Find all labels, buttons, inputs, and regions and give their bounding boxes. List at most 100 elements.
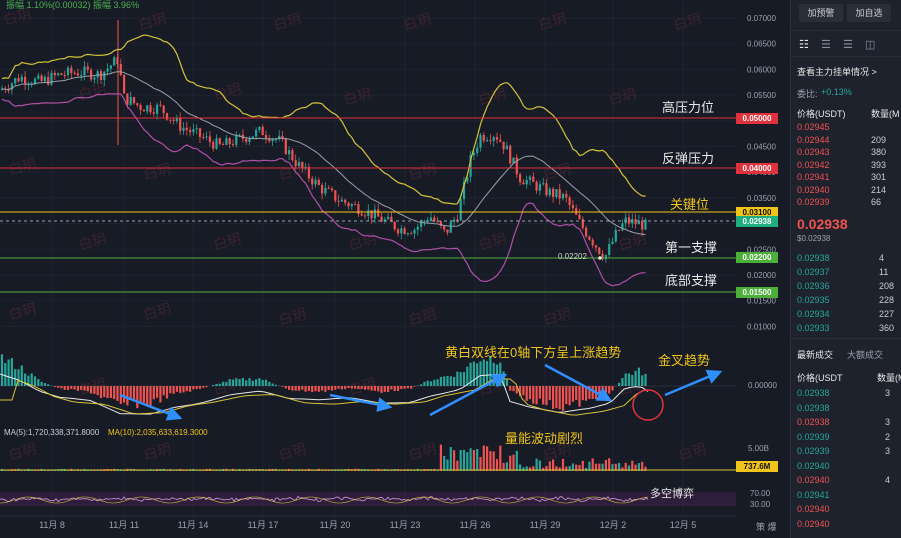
trade-row: 0.02941 [797,489,830,500]
candle-body [443,226,446,230]
macd-bar [149,386,152,407]
split-icon[interactable]: ◫ [865,38,875,51]
volume-bar [462,449,466,471]
candle-body [149,105,152,113]
macd-bar [142,386,145,403]
ask-row[interactable]: 0.02942 393 [797,160,886,170]
candle-body [373,209,376,219]
tab-large-trades[interactable]: 大额成交 [847,348,883,361]
bid-row[interactable]: 0.02937 11 [797,267,888,277]
macd-bar [40,381,43,386]
macd-bar [608,386,611,394]
macd-bar [212,384,215,386]
candle-body [608,244,611,256]
macd-bar [406,386,409,389]
add-watchlist-button[interactable]: 加自选 [847,4,891,22]
volume-bar [552,459,555,471]
date-tick: 12月 2 [600,520,627,530]
candle-body [627,217,631,224]
trade-row: 0.02940 4 [797,475,891,485]
add-alert-button[interactable]: 加预警 [799,4,843,22]
macd-bar [0,354,4,386]
date-tick: 11月 17 [248,520,279,530]
price-tick: 0.06000 [747,65,776,74]
candle-body [354,204,357,206]
candle-body [162,105,165,114]
macd-bar [558,386,561,410]
main-orders-link[interactable]: 查看主力挂单情况 > [797,65,877,78]
macd-bar [459,372,462,386]
candle-body [24,76,27,85]
layout-icon[interactable]: ☷ [799,38,809,51]
candle-body [387,216,390,220]
macd-bar [245,380,248,386]
volume-bar [608,458,611,471]
candle-body [192,129,195,133]
macd-bar [499,362,502,386]
macd-bar [347,386,350,388]
ask-row[interactable]: 0.02943 380 [797,147,886,157]
candle-body [258,126,261,131]
trades-col-price: 价格(USDT [797,373,843,383]
ask-row[interactable]: 0.02939 66 [797,197,881,207]
date-tick: 12月 5 [670,520,697,530]
candlestick-chart[interactable]: 白玥 白玥 白玥 白玥 白玥 白玥白玥 白玥 白玥 白玥 白玥白玥 白玥 白玥 白玥 白玥白玥 白玥 白玥 白玥… [0,0,790,538]
macd-bar [251,380,254,386]
macd-bar [43,383,46,386]
macd-bar [123,386,126,403]
macd-bar [222,381,225,386]
list-alt-icon[interactable]: ☰ [843,38,853,51]
bid-row[interactable]: 0.02935 228 [797,295,894,305]
macd-bar [561,386,565,411]
macd-bar [179,386,182,393]
candle-body [14,78,17,84]
bid-row[interactable]: 0.02938 4 [797,253,884,263]
macd-bar [7,359,10,386]
macd-bar [410,386,413,389]
bid-row[interactable]: 0.02933 360 [797,323,894,333]
candle-body [624,217,627,224]
macd-bar [413,386,416,387]
price-tick: 0.01000 [747,322,776,331]
macd-bar [284,386,287,389]
macd-bar [96,386,99,396]
ask-row[interactable]: 0.02940 214 [797,185,886,195]
label-first-support: 第一支撑 [665,240,718,255]
tag-0.01500: 0.01500 [736,287,778,298]
macd-bar [73,386,76,390]
candle-body [129,97,132,105]
bid-row[interactable]: 0.02936 208 [797,281,894,291]
volume-bar [439,444,442,471]
macd-bar [311,386,314,393]
macd-bar [581,386,584,401]
candle-body [591,239,594,246]
macd-bar [495,364,499,386]
ask-row[interactable]: 0.02944 209 [797,135,886,145]
volume-bar [499,445,502,471]
list-icon[interactable]: ☰ [821,38,831,51]
candle-body [189,129,192,133]
macd-bar [30,373,33,386]
bid-row[interactable]: 0.02934 227 [797,309,894,319]
ask-row[interactable]: 0.02945 [797,122,871,132]
candle-body [565,193,568,198]
volume-ma10: MA(10):2,035,633,619.3000 [108,428,208,437]
candle-body [410,233,413,235]
macd-bar [57,386,60,388]
macd-bar [555,386,558,408]
macd-bar [255,379,258,386]
candle-body [57,73,60,76]
macd-bar [433,379,436,386]
candle-body [558,189,561,199]
macd-bar [281,386,284,387]
candle-body [489,140,492,142]
macd-bar [644,373,647,386]
candle-body [621,223,624,231]
ask-row[interactable]: 0.02941 301 [797,172,886,182]
macd-bar [103,386,106,398]
macd-bar [479,361,482,386]
tab-latest-trades[interactable]: 最新成交 [797,348,833,361]
candle-body [423,221,426,223]
candle-body [294,160,297,166]
order-ratio-label: 委比: [797,89,818,99]
